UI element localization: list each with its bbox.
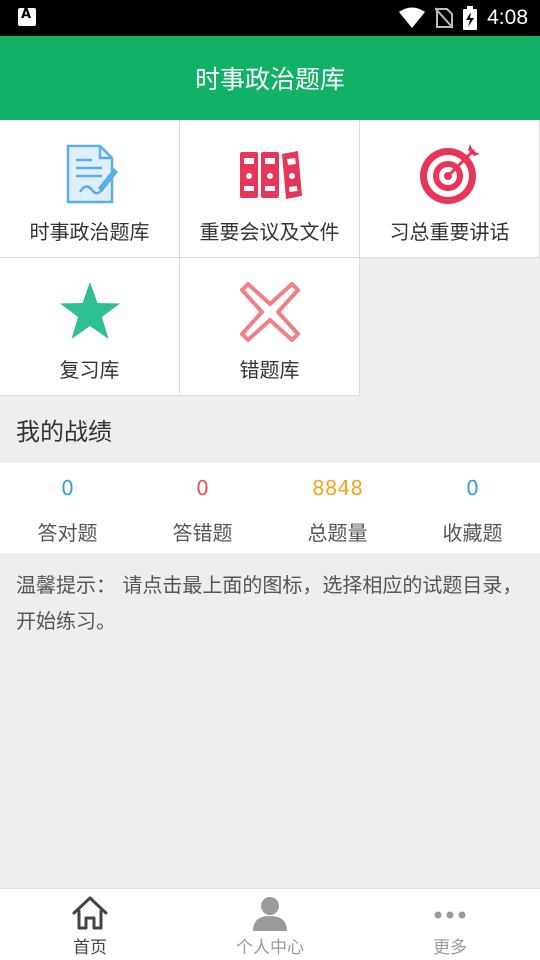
menu-item-meetings-documents[interactable]: 重要会议及文件 — [180, 120, 360, 258]
status-time: 4:08 — [487, 6, 528, 29]
stat-value: 8848 — [312, 476, 363, 500]
page-title: 时事政治题库 — [194, 65, 345, 94]
document-pen-icon — [66, 144, 118, 204]
menu-label: 时事政治题库 — [29, 220, 150, 244]
nav-label: 首页 — [73, 938, 107, 958]
nav-label: 更多 — [433, 938, 467, 958]
stat-value: 0 — [196, 476, 209, 500]
menu-label: 复习库 — [59, 358, 120, 382]
battery-charging-icon — [463, 6, 478, 30]
record-title: 我的战绩 — [16, 418, 112, 446]
menu-empty-slot — [360, 258, 540, 396]
wifi-icon — [399, 7, 426, 28]
app-bar: 时事政治题库 — [0, 36, 540, 120]
nav-label: 个人中心 — [236, 938, 304, 958]
stat-label: 收藏题 — [442, 521, 503, 545]
stat-label: 总题量 — [307, 521, 368, 545]
stat-correct[interactable]: 0 答对题 — [0, 463, 135, 553]
star-icon — [59, 282, 120, 339]
more-dots-icon — [434, 911, 466, 919]
status-bar: 4:08 — [0, 0, 540, 36]
nav-more[interactable]: 更多 — [360, 889, 540, 960]
cross-icon — [239, 282, 300, 342]
notification-app-icon — [18, 7, 36, 26]
menu-label: 错题库 — [239, 358, 300, 382]
menu-item-speeches[interactable]: 习总重要讲话 — [360, 120, 540, 258]
menu-item-wrong-questions[interactable]: 错题库 — [180, 258, 360, 396]
bottom-nav: 首页 个人中心 更多 — [0, 888, 540, 960]
stat-total[interactable]: 8848 总题量 — [270, 463, 405, 553]
stat-label: 答错题 — [172, 521, 233, 545]
home-icon — [72, 896, 108, 930]
tip-text: 温馨提示： 请点击最上面的图标，选择相应的试题目录，开始练习。 — [16, 573, 523, 633]
nav-home[interactable]: 首页 — [0, 889, 180, 960]
stat-value: 0 — [466, 476, 479, 500]
target-icon — [419, 144, 480, 204]
binders-icon — [239, 151, 302, 199]
menu-item-review[interactable]: 复习库 — [0, 258, 180, 396]
menu-label: 习总重要讲话 — [389, 220, 510, 244]
record-section-title: 我的战绩 — [0, 396, 540, 463]
status-right: 4:08 — [399, 0, 528, 36]
stat-label: 答对题 — [37, 521, 98, 545]
no-sim-icon — [435, 7, 454, 29]
stat-favorites[interactable]: 0 收藏题 — [405, 463, 540, 553]
menu-label: 重要会议及文件 — [199, 220, 340, 244]
person-icon — [253, 897, 287, 931]
stat-value: 0 — [61, 476, 74, 500]
stat-wrong[interactable]: 0 答错题 — [135, 463, 270, 553]
stats-row: 0 答对题 0 答错题 8848 总题量 0 收藏题 — [0, 463, 540, 553]
menu-item-question-bank[interactable]: 时事政治题库 — [0, 120, 180, 258]
menu-grid: 时事政治题库 重要会议及文件 习总重要讲话 复习库 错题库 — [0, 120, 540, 396]
nav-profile[interactable]: 个人中心 — [180, 889, 360, 960]
